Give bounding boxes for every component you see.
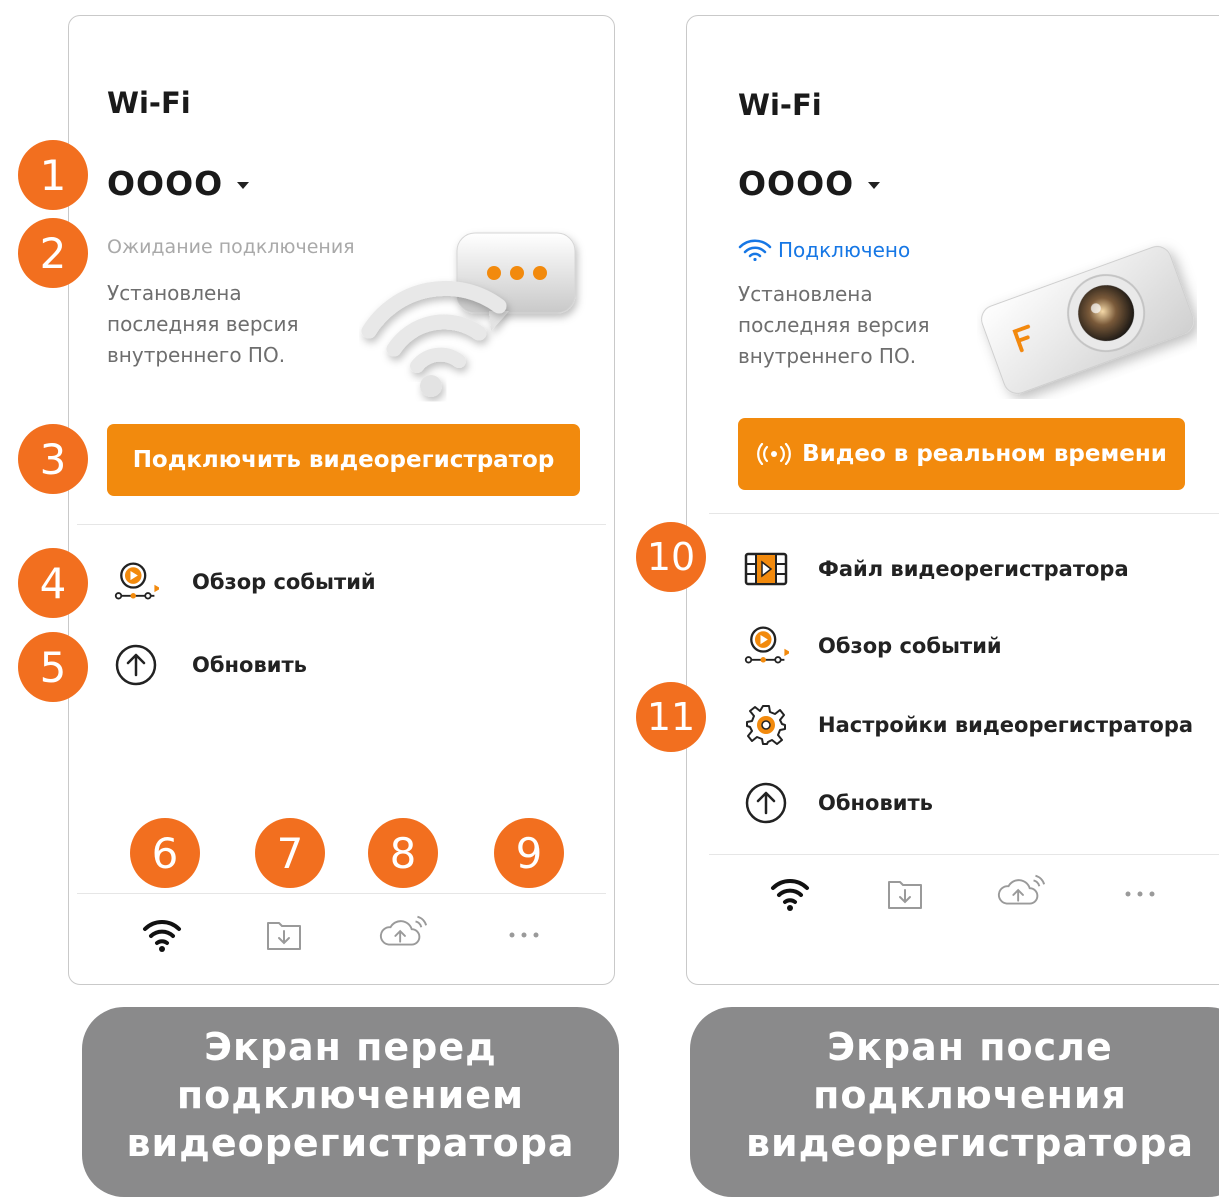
menu-label: Обновить [818,791,933,815]
more-icon [1125,891,1155,897]
dashcam-illustration [981,245,1194,394]
callout-badge-10: 10 [636,522,706,592]
callout-badge-7: 7 [255,818,325,888]
tab-more[interactable] [1115,872,1165,916]
live-video-button[interactable]: Видео в реальном времени [738,418,1185,490]
chevron-down-icon [868,182,881,189]
menu-item-update[interactable]: Обновить [113,642,307,688]
chevron-down-icon [237,182,250,189]
tab-wifi[interactable] [137,913,187,957]
tab-cloud[interactable] [997,870,1047,914]
firmware-info: Установлена последняя версия внутреннего… [107,278,367,371]
download-folder-icon [267,922,301,950]
cloud-upload-icon [997,874,1046,905]
wifi-icon [143,919,181,952]
caption-before-connection: Экран перед подключением видеорегистрато… [82,1007,619,1197]
tab-cloud[interactable] [379,911,429,955]
tabbar-divider [77,893,606,894]
firmware-line: Установлена [107,281,242,305]
callout-badge-11: 11 [636,682,706,752]
menu-label: Обзор событий [818,634,1002,658]
menu-item-event-review[interactable]: Обзор событий [113,559,376,605]
callout-badge-2: 2 [18,218,88,288]
event-review-icon [743,623,789,669]
connection-status: Подключено [738,238,910,262]
callout-badge-8: 8 [368,818,438,888]
settings-gear-icon [743,702,789,748]
menu-label: Настройки видеорегистратора [818,713,1194,737]
tab-downloads[interactable] [880,872,930,916]
callout-badge-6: 6 [130,818,200,888]
divider [77,524,606,525]
menu-label: Обзор событий [192,570,376,594]
download-folder-icon [888,881,922,909]
wifi-waiting-illustration [361,232,576,397]
update-arrow-icon [743,780,789,826]
menu-item-dashcam-settings[interactable]: Настройки видеорегистратора [743,702,1193,748]
menu-item-update[interactable]: Обновить [743,780,933,826]
menu-label: Файл видеорегистратора [818,557,1129,581]
ssid-value: OOOO [738,164,855,203]
firmware-line: последняя версия [107,312,299,336]
caption-line: видеорегистратора [745,1121,1195,1165]
caption-after-connection: Экран после подключения видеорегистратор… [690,1007,1219,1197]
video-file-icon [743,546,789,592]
caption-line: Экран после [827,1025,1113,1069]
caption-line: подключения [813,1073,1127,1117]
ssid-value: OOOO [107,164,224,203]
tab-downloads[interactable] [259,913,309,957]
firmware-line: внутреннего ПО. [107,343,286,367]
callout-badge-3: 3 [18,424,88,494]
ssid-selector[interactable]: OOOO [107,164,250,203]
tab-more[interactable] [499,913,549,957]
callout-badge-4: 4 [18,548,88,618]
ssid-selector[interactable]: OOOO [738,164,881,203]
caption-line: видеорегистратора [126,1121,575,1165]
status-text: Подключено [778,238,911,262]
menu-item-event-review[interactable]: Обзор событий [743,623,1002,669]
firmware-line: Установлена [738,282,873,306]
callout-badge-5: 5 [18,632,88,702]
update-arrow-icon [113,642,159,688]
caption-line: подключением [176,1073,525,1117]
wifi-connected-icon [738,239,772,261]
screen-after-connection: Wi-Fi OOOO Подключено Установлена послед… [686,15,1219,985]
tabbar-divider [709,854,1219,855]
firmware-info: Установлена последняя версия внутреннего… [738,279,998,372]
page-title: Wi-Fi [738,88,822,122]
cloud-upload-icon [379,915,428,946]
wifi-icon [771,878,809,911]
caption-line: Экран перед [204,1025,497,1069]
more-icon [509,932,539,938]
event-review-icon [113,559,159,605]
page-title: Wi-Fi [107,86,191,120]
live-video-label: Видео в реальном времени [802,441,1167,467]
callout-badge-9: 9 [494,818,564,888]
live-broadcast-icon [757,443,791,465]
callout-badge-1: 1 [18,140,88,210]
firmware-line: последняя версия [738,313,930,337]
connection-status: Ожидание подключения [107,236,355,258]
tab-wifi[interactable] [765,872,815,916]
divider [709,513,1219,514]
connect-dashcam-button[interactable]: Подключить видеорегистратор [107,424,580,496]
menu-label: Обновить [192,653,307,677]
menu-item-dashcam-files[interactable]: Файл видеорегистратора [743,546,1129,592]
firmware-line: внутреннего ПО. [738,344,917,368]
